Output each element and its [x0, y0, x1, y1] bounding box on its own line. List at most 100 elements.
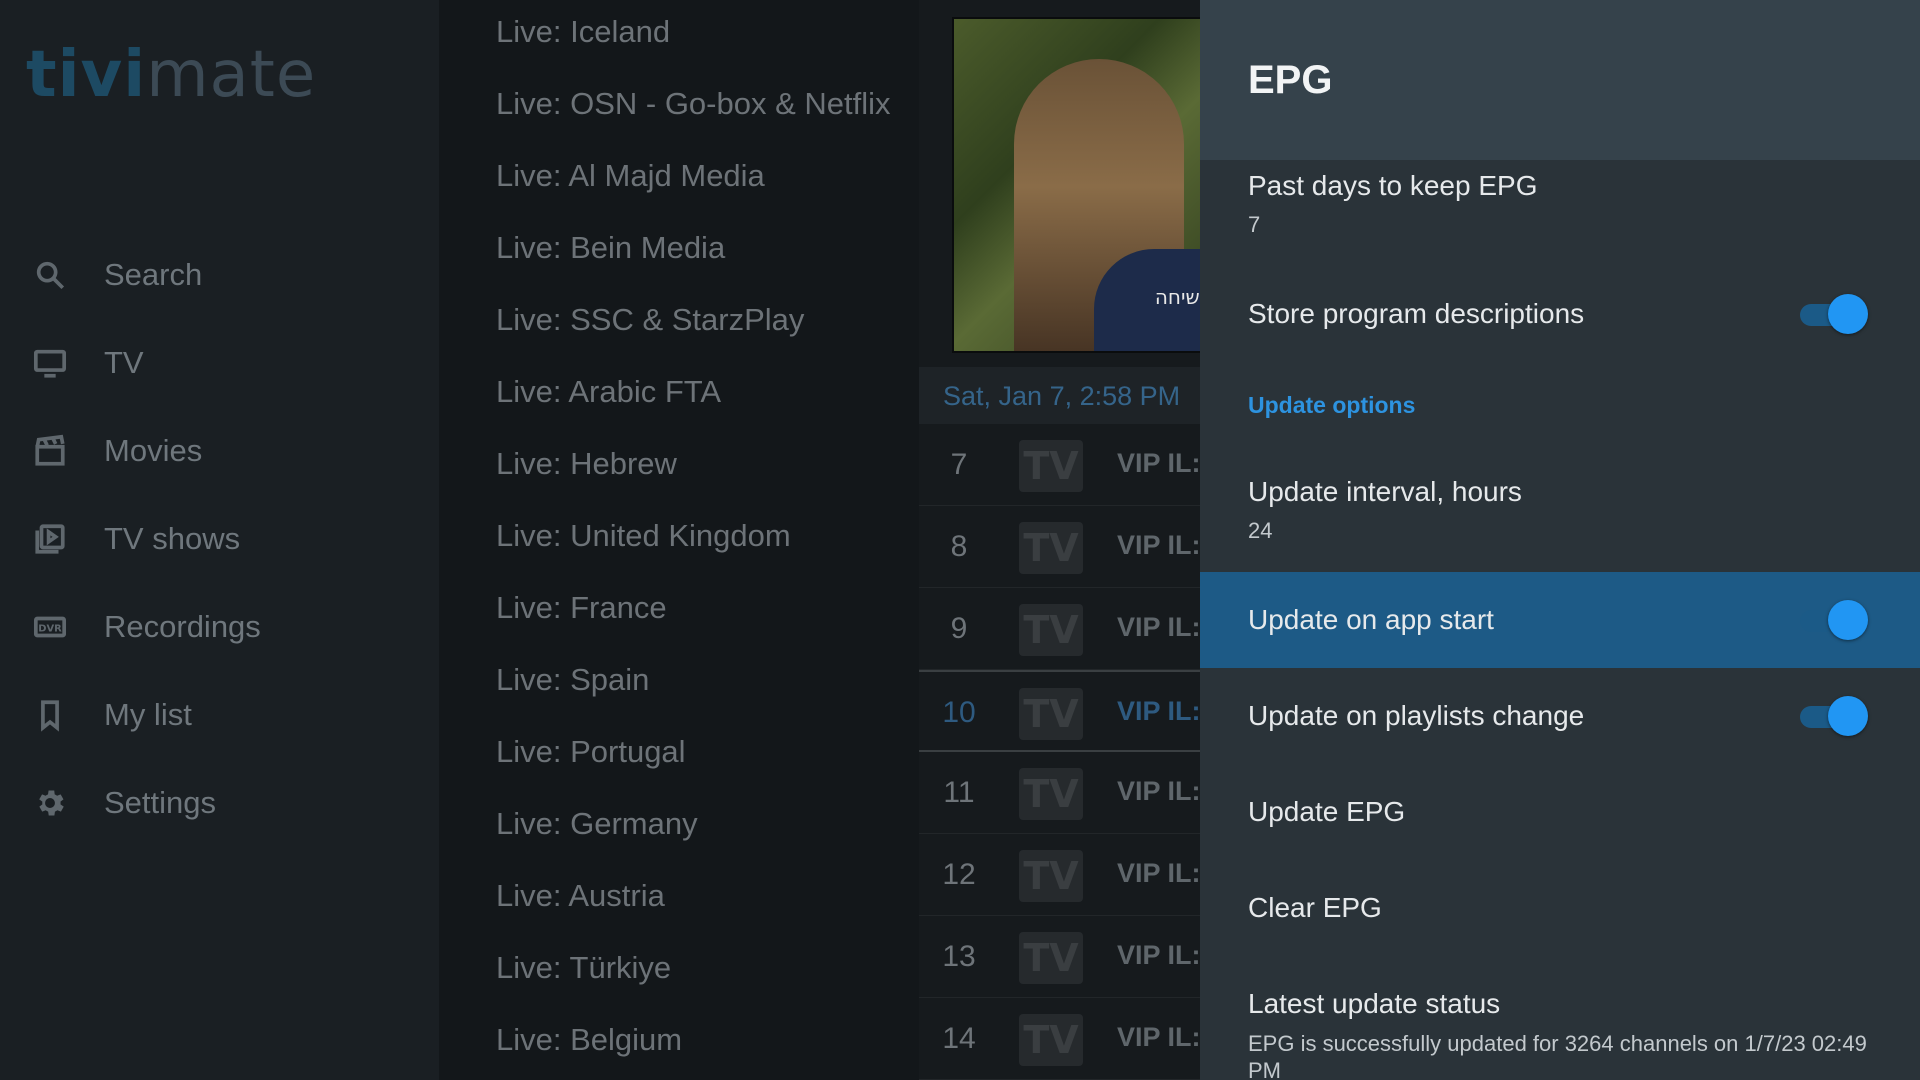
channel-number: 14	[942, 1022, 976, 1055]
channel-name: VIP IL:	[1117, 530, 1200, 560]
nav-item-label: Settings	[104, 785, 217, 820]
category-item[interactable]: Live: Bein Media	[496, 230, 725, 266]
tivimate-logo: tivimate	[26, 38, 317, 112]
channel-name: VIP IL:	[1117, 940, 1200, 970]
channel-number: 13	[942, 940, 976, 973]
update-epg-button[interactable]: Update EPG	[1200, 764, 1920, 860]
channel-row[interactable]: 9 TV VIP IL:	[919, 588, 1200, 670]
nav-item-label: Search	[104, 257, 203, 292]
preview-subtitle: שיחה.	[1154, 285, 1200, 309]
toggle-knob	[1828, 294, 1868, 334]
category-item[interactable]: Live: Hebrew	[496, 446, 677, 482]
channel-row[interactable]: 8 TV VIP IL:	[919, 506, 1200, 588]
nav-item-recordings[interactable]: DVR Recordings	[0, 595, 439, 659]
category-item[interactable]: Live: Austria	[496, 878, 665, 914]
section-header-update-options: Update options	[1248, 392, 1416, 418]
channel-name: VIP IL:	[1117, 1022, 1200, 1052]
channel-name: VIP IL:	[1117, 858, 1200, 888]
channel-number: 8	[950, 530, 968, 563]
channel-guide: שיחה. Sat, Jan 7, 2:58 PM 7 TV VIP IL: 8…	[919, 0, 1200, 1080]
update-status-text: EPG is successfully updated for 3264 cha…	[1248, 1031, 1867, 1080]
nav-item-movies[interactable]: Movies	[0, 419, 439, 483]
category-item[interactable]: Live: Türkiye	[496, 950, 671, 986]
tv-icon	[32, 348, 68, 378]
setting-label: Update interval, hours	[1248, 476, 1522, 507]
nav-item-label: TV shows	[104, 521, 241, 556]
clear-epg-button[interactable]: Clear EPG	[1200, 860, 1920, 956]
nav-item-label: Recordings	[104, 609, 261, 644]
setting-update-interval[interactable]: Update interval, hours 24	[1200, 448, 1920, 560]
channel-logo: TV	[1019, 768, 1083, 820]
setting-label: Latest update status	[1248, 988, 1501, 1019]
setting-store-descriptions[interactable]: Store program descriptions	[1200, 266, 1920, 362]
category-item[interactable]: Live: Al Majd Media	[496, 158, 765, 194]
nav-item-tv-shows[interactable]: TV shows	[0, 507, 439, 571]
guide-date-bar: Sat, Jan 7, 2:58 PM	[919, 367, 1200, 424]
category-list: Live: Iceland Live: OSN - Go-box & Netfl…	[439, 0, 919, 1080]
nav-item-label: My list	[104, 697, 192, 732]
toggle-knob	[1828, 600, 1868, 640]
search-icon	[32, 260, 68, 290]
tv-shows-icon	[32, 524, 68, 554]
epg-settings-panel: EPG Past days to keep EPG 7 Store progra…	[1200, 0, 1920, 1080]
category-item[interactable]: Live: Germany	[496, 806, 698, 842]
category-item[interactable]: Live: OSN - Go-box & Netflix	[496, 86, 891, 122]
channel-logo: TV	[1019, 522, 1083, 574]
category-item[interactable]: Live: Spain	[496, 662, 649, 698]
setting-label: Update on playlists change	[1248, 700, 1585, 731]
setting-update-on-app-start[interactable]: Update on app start	[1200, 572, 1920, 668]
channel-name: VIP IL:	[1117, 612, 1200, 642]
channel-number: 12	[942, 858, 976, 891]
category-item[interactable]: Live: Portugal	[496, 734, 686, 770]
channel-name: VIP IL:	[1117, 448, 1200, 478]
store-descriptions-toggle[interactable]	[1800, 290, 1868, 338]
panel-header: EPG	[1200, 0, 1920, 160]
channel-logo: TV	[1019, 688, 1083, 740]
channel-logo: TV	[1019, 440, 1083, 492]
nav-item-label: TV	[104, 345, 144, 380]
setting-label: Clear EPG	[1248, 892, 1382, 923]
channel-row[interactable]: 11 TV VIP IL:	[919, 752, 1200, 834]
setting-value: 24	[1248, 518, 1273, 543]
channel-number: 9	[950, 612, 968, 645]
guide-datetime: Sat, Jan 7, 2:58 PM	[943, 381, 1181, 411]
channel-logo: TV	[1019, 850, 1083, 902]
channel-logo: TV	[1019, 604, 1083, 656]
panel-title: EPG	[1248, 58, 1333, 102]
gear-icon	[32, 788, 68, 818]
nav-item-tv[interactable]: TV	[0, 331, 439, 395]
setting-past-days[interactable]: Past days to keep EPG 7	[1200, 160, 1920, 256]
setting-label: Store program descriptions	[1248, 298, 1585, 329]
nav-item-my-list[interactable]: My list	[0, 683, 439, 747]
update-on-playlists-toggle[interactable]	[1800, 692, 1868, 740]
dvr-icon: DVR	[32, 612, 68, 642]
category-item[interactable]: Live: United Kingdom	[496, 518, 791, 554]
category-item[interactable]: Live: Arabic FTA	[496, 374, 721, 410]
setting-value: 7	[1248, 212, 1261, 237]
category-item[interactable]: Live: SSC & StarzPlay	[496, 302, 804, 338]
channel-number: 11	[943, 776, 975, 809]
channel-row-selected[interactable]: 10 TV VIP IL:	[919, 670, 1200, 752]
setting-label: Update EPG	[1248, 796, 1406, 827]
channel-name: VIP IL:	[1117, 696, 1200, 726]
update-on-app-start-toggle[interactable]	[1800, 596, 1868, 644]
channel-row[interactable]: 14 TV VIP IL:	[919, 998, 1200, 1080]
svg-text:DVR: DVR	[38, 623, 62, 634]
clapperboard-icon	[32, 434, 68, 466]
setting-label: Update on app start	[1248, 604, 1494, 635]
nav-item-search[interactable]: Search	[0, 243, 439, 307]
video-preview[interactable]: שיחה.	[952, 17, 1200, 353]
category-item[interactable]: Live: France	[496, 590, 667, 626]
category-item[interactable]: Live: Iceland	[496, 14, 670, 50]
channel-row[interactable]: 12 TV VIP IL:	[919, 834, 1200, 916]
channel-row[interactable]: 13 TV VIP IL:	[919, 916, 1200, 998]
toggle-knob	[1828, 696, 1868, 736]
channel-row[interactable]: 7 TV VIP IL:	[919, 424, 1200, 506]
channel-name: VIP IL:	[1117, 776, 1200, 806]
nav-item-settings[interactable]: Settings	[0, 771, 439, 835]
category-item[interactable]: Live: Belgium	[496, 1022, 682, 1058]
nav-item-label: Movies	[104, 433, 203, 468]
setting-update-on-playlists-change[interactable]: Update on playlists change	[1200, 668, 1920, 764]
setting-label: Past days to keep EPG	[1248, 170, 1538, 201]
main-navigation: tivimate Search TV Movies TV shows DVR R…	[0, 0, 439, 1080]
